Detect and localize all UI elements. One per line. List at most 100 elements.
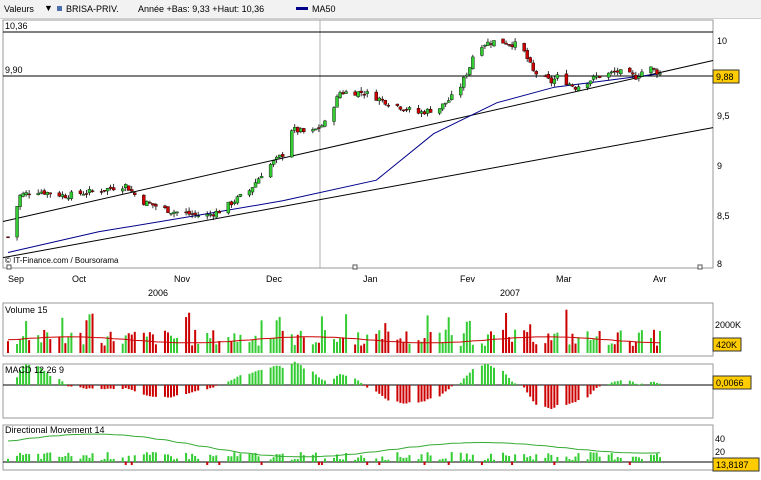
source-credit: © IT-Finance.com / Boursorama: [5, 256, 119, 265]
candle-body: [145, 200, 149, 206]
macd-bar: [227, 381, 230, 385]
dm-bar: [574, 456, 577, 462]
volume-bar: [281, 330, 284, 353]
candle-body: [268, 164, 273, 178]
dm-bar: [628, 462, 631, 465]
dm-bar: [251, 453, 254, 462]
dm-bar: [170, 456, 172, 462]
candle-body: [407, 107, 412, 110]
macd-bar: [333, 378, 335, 385]
candle-body: [637, 76, 641, 79]
candle: [145, 200, 149, 206]
candle-body: [549, 77, 554, 84]
candle-body: [99, 191, 104, 193]
candle-body: [616, 70, 620, 73]
macd-bar: [239, 375, 242, 385]
volume-bar: [441, 342, 444, 353]
candle-body: [235, 196, 240, 204]
volume-bar: [607, 344, 610, 353]
dm-bar: [185, 452, 188, 462]
candle-body: [489, 43, 493, 45]
selection-handle[interactable]: [697, 264, 703, 270]
candle-body: [450, 94, 454, 100]
candle-body: [483, 45, 487, 47]
macd-bar: [592, 385, 595, 391]
candle-body: [256, 178, 261, 184]
volume-bar: [592, 339, 595, 353]
macd-bar: [598, 385, 601, 387]
dm-bar: [420, 454, 423, 462]
volume-bar: [43, 329, 46, 353]
candle-body: [78, 190, 83, 194]
dm-bar: [151, 452, 154, 462]
dm-bar: [649, 454, 652, 462]
dm-bar: [652, 455, 655, 462]
candle: [166, 206, 170, 214]
selection-handle[interactable]: [352, 264, 358, 270]
volume-bar: [366, 334, 369, 353]
dm-bar: [465, 453, 468, 462]
volume-bar: [320, 316, 323, 353]
volume-bar: [191, 345, 194, 353]
candle-body: [232, 201, 237, 204]
candle-body: [640, 71, 644, 77]
price-panel: [2, 19, 714, 269]
volume-bar: [652, 329, 655, 353]
macd-bar: [616, 381, 619, 385]
dm-bar: [402, 458, 405, 462]
volume-bar: [565, 309, 568, 353]
macd-bar: [577, 385, 580, 401]
candle-body: [459, 86, 463, 96]
dm-bar: [492, 459, 495, 462]
dm-bar: [489, 453, 492, 462]
candle-body: [401, 109, 406, 112]
candle-body: [383, 100, 388, 105]
macd-bar: [532, 385, 535, 402]
dm-bar: [314, 452, 317, 462]
candle-body: [525, 50, 529, 59]
candle-body: [323, 120, 327, 127]
volume-bar: [628, 341, 631, 353]
dm-bar: [154, 452, 157, 462]
dm-bar: [230, 456, 233, 462]
dm-bar: [103, 458, 106, 462]
dm-bar: [296, 459, 299, 462]
volume-bar: [631, 345, 634, 353]
volume-bar: [103, 345, 106, 353]
price-tick: 10: [717, 36, 727, 46]
volume-bar: [426, 315, 429, 353]
dm-bar: [577, 453, 580, 462]
dm-bar: [197, 458, 200, 462]
candle-body: [69, 191, 74, 199]
volume-bar: [227, 336, 230, 353]
candle-body: [486, 41, 490, 46]
dm-bar: [239, 453, 242, 462]
candle-body: [594, 75, 599, 78]
dm-bar: [127, 455, 130, 462]
dm-bar: [556, 457, 559, 462]
macd-bar: [342, 374, 345, 385]
candle: [323, 119, 327, 128]
year-label: 2006: [148, 288, 168, 298]
candle-body: [597, 75, 602, 78]
candle-body: [314, 128, 318, 131]
candle-body: [184, 211, 188, 214]
dm-panel: [2, 424, 714, 471]
dm-bar: [212, 456, 215, 462]
candle-body: [45, 192, 49, 195]
volume-bar: [640, 330, 643, 353]
macd-bar: [209, 385, 212, 389]
macd-bar: [574, 385, 577, 403]
macd-bar: [483, 364, 486, 385]
candle-body: [205, 214, 209, 217]
candle-body: [338, 92, 342, 98]
candle-body: [374, 91, 378, 101]
volume-bar: [170, 335, 172, 353]
macd-bar: [378, 385, 381, 394]
volume-bar: [586, 331, 589, 353]
dm-bar: [188, 459, 191, 462]
macd-bar: [299, 365, 302, 385]
volume-bar: [145, 336, 148, 353]
selection-handle[interactable]: [6, 264, 12, 270]
dm-bar: [260, 462, 263, 465]
